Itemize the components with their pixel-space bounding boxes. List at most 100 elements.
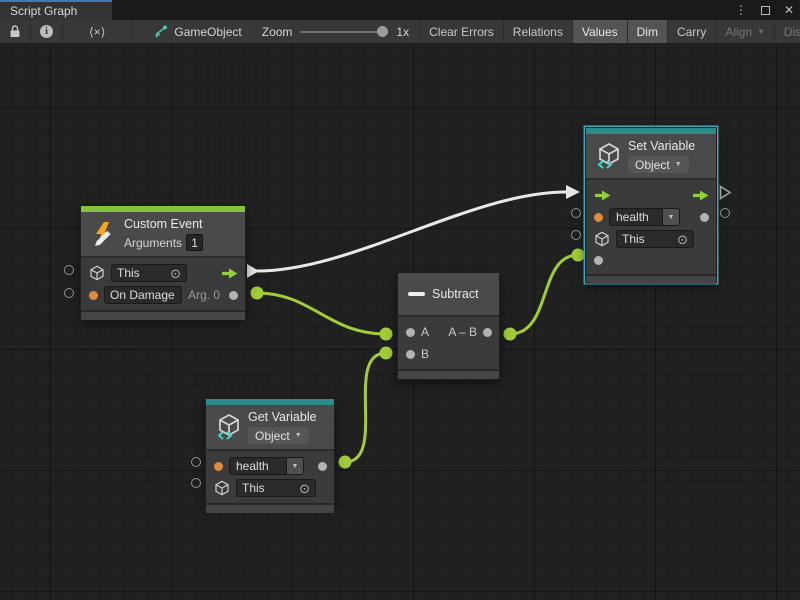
dim-toggle[interactable]: Dim xyxy=(628,20,668,43)
input-b-port[interactable] xyxy=(406,350,415,359)
variable-name-combo[interactable]: health ▼ xyxy=(229,457,304,475)
port-row-event: On Damage Arg. 0 xyxy=(81,284,245,306)
node-set-variable[interactable]: Set Variable Object ▼ xyxy=(585,127,717,283)
get-variable-outer-port[interactable] xyxy=(191,457,201,467)
flow-input-arrow-icon[interactable] xyxy=(594,190,611,201)
flow-output-arrow-icon[interactable] xyxy=(692,190,709,201)
relations-label: Relations xyxy=(513,25,563,39)
variable-name-port[interactable] xyxy=(214,462,223,471)
graph-reference[interactable]: GameObject xyxy=(144,20,251,43)
variable-cube-icon xyxy=(595,143,621,169)
target-picker-icon[interactable]: ⊙ xyxy=(677,233,688,246)
node-subtract[interactable]: Subtract A A – B B xyxy=(397,272,500,380)
variable-cube-icon xyxy=(215,414,241,440)
node-title: Get Variable xyxy=(248,410,317,424)
port-row-target: This ⊙ xyxy=(586,228,716,250)
carry-toggle[interactable]: Carry xyxy=(668,20,716,43)
custom-event-header[interactable]: Custom Event Arguments 1 xyxy=(81,212,245,256)
carry-label: Carry xyxy=(677,25,706,39)
port-row-a: A A – B xyxy=(398,321,499,343)
node-get-variable[interactable]: Get Variable Object ▼ health ▼ xyxy=(205,398,335,505)
node-title: Subtract xyxy=(432,287,479,301)
target-field[interactable]: This ⊙ xyxy=(236,479,316,497)
set-variable-outer-port[interactable] xyxy=(720,208,730,218)
chevron-down-icon[interactable]: ▼ xyxy=(286,458,303,474)
variable-kind-dropdown[interactable]: Object ▼ xyxy=(628,156,689,173)
event-port[interactable] xyxy=(89,291,98,300)
node-custom-event[interactable]: Custom Event Arguments 1 This ⊙ xyxy=(80,205,246,318)
value-wire-sub-to-set[interactable] xyxy=(510,255,578,334)
value-wire-get-to-b[interactable] xyxy=(345,353,386,462)
subtract-header[interactable]: Subtract xyxy=(398,273,499,315)
variable-kind-value: Object xyxy=(255,429,290,443)
zoom-slider-handle[interactable] xyxy=(377,26,388,37)
close-icon[interactable]: ✕ xyxy=(782,0,796,20)
cube-icon xyxy=(214,480,230,496)
target-field[interactable]: This ⊙ xyxy=(111,264,187,282)
wire-endpoint[interactable] xyxy=(572,249,585,262)
distribute-dropdown[interactable]: Distribute ▼ xyxy=(775,20,800,43)
custom-event-outer-port[interactable] xyxy=(64,265,74,275)
clear-errors-button[interactable]: Clear Errors xyxy=(419,20,504,43)
align-dropdown[interactable]: Align ▼ xyxy=(716,20,775,43)
graph-canvas[interactable]: Custom Event Arguments 1 This ⊙ xyxy=(0,44,800,600)
wire-endpoint[interactable] xyxy=(380,328,393,341)
target-picker-icon[interactable]: ⊙ xyxy=(170,267,181,280)
node-title: Set Variable xyxy=(628,139,695,153)
inspect-button[interactable]: i xyxy=(31,20,63,43)
wire-endpoint[interactable] xyxy=(504,328,517,341)
set-variable-outer-port[interactable] xyxy=(571,208,581,218)
chevron-down-icon: ▼ xyxy=(295,432,302,439)
flow-output-arrow-icon[interactable] xyxy=(221,268,238,279)
lock-icon xyxy=(9,25,21,38)
lock-button[interactable] xyxy=(0,20,31,43)
arg0-output-port[interactable] xyxy=(229,291,238,300)
arguments-count-field[interactable]: 1 xyxy=(186,234,203,251)
clear-errors-label: Clear Errors xyxy=(429,25,494,39)
tab-title: Script Graph xyxy=(10,4,77,18)
target-picker-icon[interactable]: ⊙ xyxy=(299,482,310,495)
value-output-port[interactable] xyxy=(700,213,709,222)
zoom-label: Zoom xyxy=(262,25,293,39)
port-row-name: health ▼ xyxy=(206,455,334,477)
graph-reference-label: GameObject xyxy=(174,25,241,39)
flow-continue-triangle-icon[interactable] xyxy=(719,185,732,200)
arguments-label: Arguments xyxy=(124,236,182,250)
get-variable-header[interactable]: Get Variable Object ▼ xyxy=(206,405,334,449)
zoom-value: 1x xyxy=(396,25,409,39)
tab-script-graph[interactable]: Script Graph xyxy=(0,0,112,20)
target-field[interactable]: This ⊙ xyxy=(616,230,694,248)
variable-name-port[interactable] xyxy=(594,213,603,222)
variable-name-combo[interactable]: health ▼ xyxy=(609,208,680,226)
zoom-slider[interactable] xyxy=(300,20,388,44)
zoom-slider-track xyxy=(300,31,388,33)
event-name-field[interactable]: On Damage xyxy=(104,286,182,304)
node-footer xyxy=(206,503,334,513)
window-menu-icon[interactable]: ⋮ xyxy=(734,0,748,20)
get-variable-outer-port[interactable] xyxy=(191,478,201,488)
chevron-down-icon[interactable]: ▼ xyxy=(662,209,679,225)
wire-endpoint[interactable] xyxy=(339,456,352,469)
tab-bar: Script Graph ⋮ ✕ xyxy=(0,0,800,20)
wire-endpoint[interactable] xyxy=(251,287,264,300)
values-toggle[interactable]: Values xyxy=(573,20,628,43)
value-input-port[interactable] xyxy=(594,256,603,265)
value-output-port[interactable] xyxy=(318,462,327,471)
maximize-icon[interactable] xyxy=(758,0,772,20)
flow-wire-start-arrow[interactable] xyxy=(247,264,259,278)
result-output-port[interactable] xyxy=(483,328,492,337)
flow-wire[interactable] xyxy=(253,192,566,271)
subtract-body: A A – B B xyxy=(398,315,499,369)
set-variable-outer-port[interactable] xyxy=(571,230,581,240)
dim-label: Dim xyxy=(637,25,658,39)
code-view-toggle[interactable]: ⟨×⟩ xyxy=(63,20,132,43)
set-variable-header[interactable]: Set Variable Object ▼ xyxy=(586,134,716,178)
chevron-down-icon: ▼ xyxy=(675,161,682,168)
input-a-port[interactable] xyxy=(406,328,415,337)
custom-event-outer-port[interactable] xyxy=(64,288,74,298)
relations-toggle[interactable]: Relations xyxy=(504,20,573,43)
variable-kind-dropdown[interactable]: Object ▼ xyxy=(248,427,309,444)
script-graph-asset-icon xyxy=(154,25,168,38)
value-wire-arg-to-a[interactable] xyxy=(257,293,386,334)
wire-endpoint[interactable] xyxy=(380,347,393,360)
